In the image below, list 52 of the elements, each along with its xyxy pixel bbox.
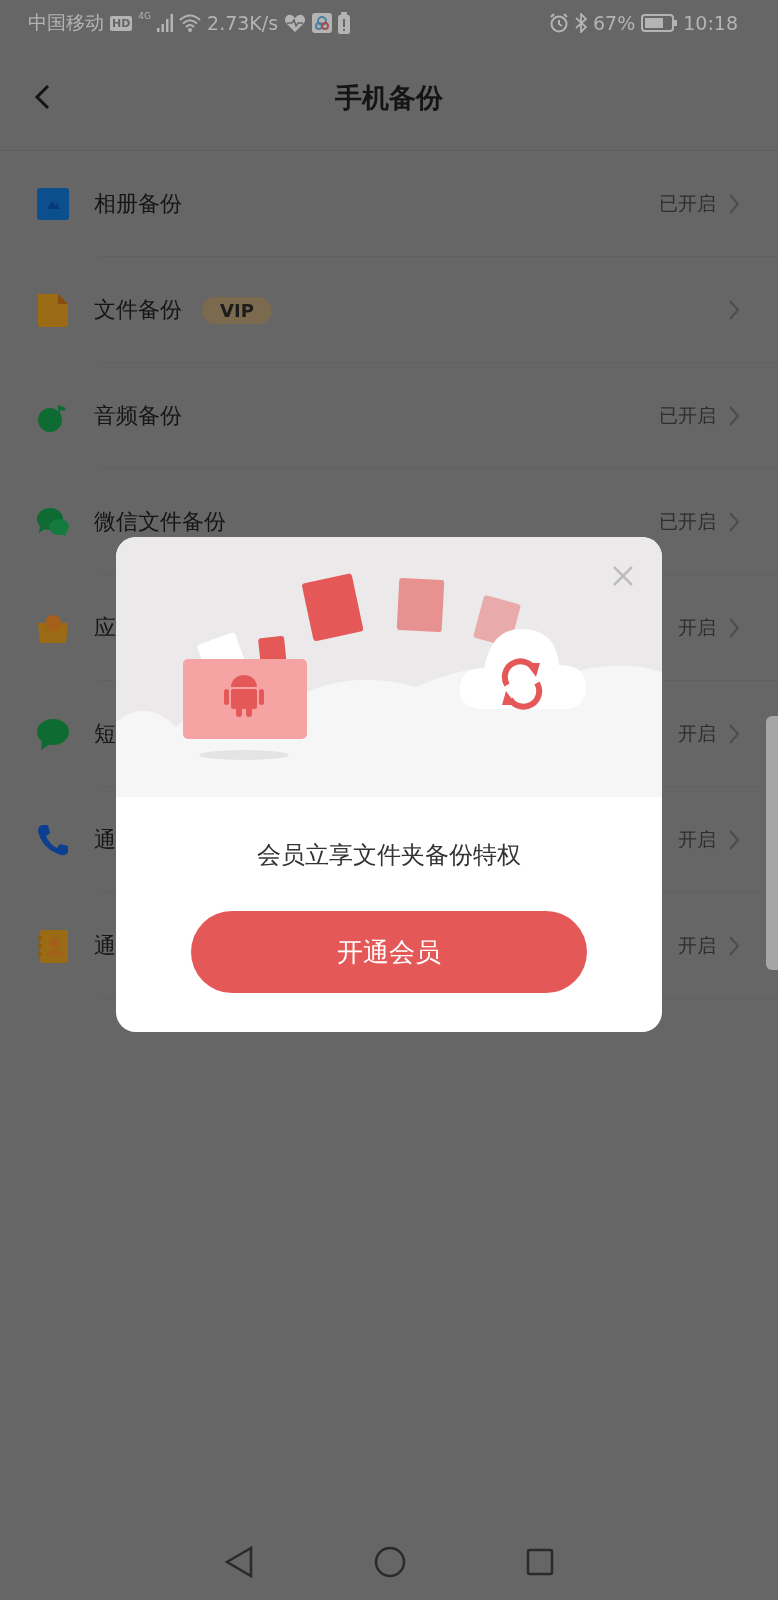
backup-item-label[interactable]: 短 xyxy=(94,719,116,749)
backup-status: 已开启 xyxy=(659,403,716,428)
backup-item-label[interactable]: 文件备份 xyxy=(94,295,182,325)
vip-badge: VIP xyxy=(202,296,272,324)
recents-nav-icon[interactable] xyxy=(526,1548,554,1576)
backup-status: 开启 xyxy=(678,827,716,852)
network-speed: 2.73K/s xyxy=(207,12,279,34)
chat-bubbles-icon xyxy=(36,505,70,539)
bluetooth-icon xyxy=(575,13,587,33)
backup-status: 已开启 xyxy=(659,509,716,534)
dialog-message: 会员立享文件夹备份特权 xyxy=(257,840,521,871)
activate-membership-button[interactable]: 开通会员 xyxy=(191,911,587,993)
clock-time: 10:18 xyxy=(683,12,738,34)
app-notification-icon xyxy=(312,13,333,33)
chevron-right-icon[interactable] xyxy=(728,617,740,639)
backup-item-label[interactable]: 微信文件备份 xyxy=(94,507,226,537)
battery-icon xyxy=(641,14,678,32)
backup-item-label[interactable]: 通 xyxy=(94,825,116,855)
photo-icon xyxy=(36,187,70,221)
chevron-right-icon[interactable] xyxy=(728,405,740,427)
chevron-right-icon[interactable] xyxy=(728,829,740,851)
backup-status: 开启 xyxy=(678,721,716,746)
chevron-right-icon[interactable] xyxy=(728,935,740,957)
close-icon[interactable] xyxy=(612,565,634,587)
network-type: 4G xyxy=(138,11,152,21)
chat-bubble-icon xyxy=(36,717,70,751)
chevron-right-icon[interactable] xyxy=(728,723,740,745)
backup-status: 开启 xyxy=(678,933,716,958)
wifi-icon xyxy=(179,14,202,32)
home-nav-icon[interactable] xyxy=(374,1546,406,1578)
document-icon xyxy=(36,293,70,327)
contact-book-icon xyxy=(36,929,70,963)
backup-status: 开启 xyxy=(678,615,716,640)
back-icon[interactable] xyxy=(34,84,50,110)
phone-icon xyxy=(36,823,70,857)
chevron-right-icon[interactable] xyxy=(728,193,740,215)
signal-icon xyxy=(157,14,174,32)
hd-indicator: HD xyxy=(110,15,133,31)
backup-item-label[interactable]: 应 xyxy=(94,613,116,643)
backup-item-label[interactable]: 通 xyxy=(94,931,116,961)
backup-status: 已开启 xyxy=(659,191,716,216)
backup-item-label[interactable]: 音频备份 xyxy=(94,401,182,431)
battery-percentage: 67% xyxy=(593,12,636,34)
battery-alert-icon xyxy=(338,12,351,34)
chevron-right-icon[interactable] xyxy=(728,299,740,321)
page-title: 手机备份 xyxy=(335,81,443,115)
heart-rate-icon xyxy=(284,14,307,32)
backup-item-label[interactable]: 相册备份 xyxy=(94,189,182,219)
chevron-right-icon[interactable] xyxy=(728,511,740,533)
carrier-name: 中国移动 xyxy=(28,10,104,35)
alarm-icon xyxy=(549,13,569,33)
back-nav-icon[interactable] xyxy=(224,1546,254,1578)
